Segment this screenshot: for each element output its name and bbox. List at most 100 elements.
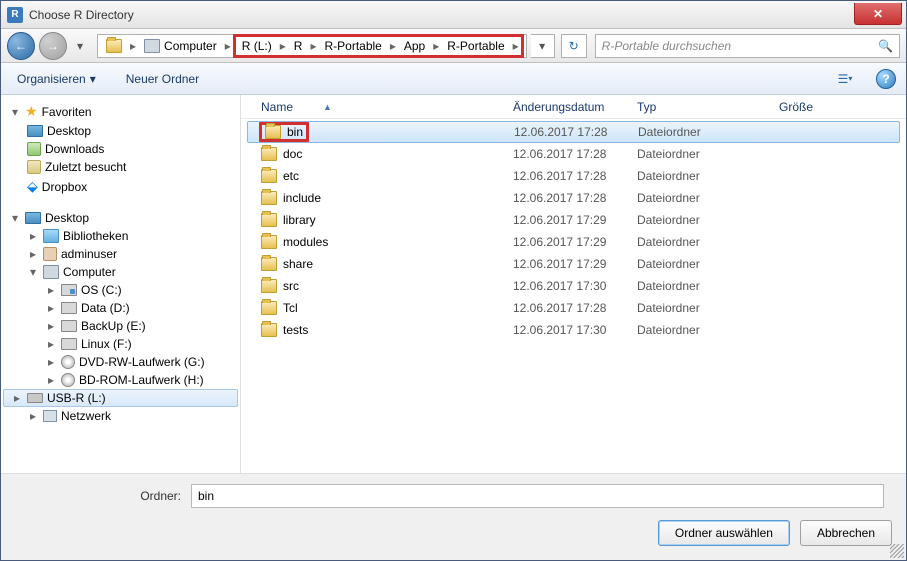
column-headers[interactable]: Name▲ Änderungsdatum Typ Größe [241,95,906,119]
organize-menu[interactable]: Organisieren ▾ [11,69,102,89]
forward-button[interactable]: → [39,32,67,60]
search-input[interactable]: R-Portable durchsuchen 🔍 [595,34,900,58]
cell-type: Dateiordner [629,323,771,337]
help-icon: ? [882,72,889,86]
refresh-button[interactable]: ↻ [561,34,587,58]
folder-icon [261,169,277,183]
breadcrumb-root[interactable] [100,37,128,55]
back-button[interactable]: ← [7,32,35,60]
collapse-icon[interactable]: ▾ [27,265,39,279]
breadcrumb-seg[interactable]: App [398,37,431,55]
column-date[interactable]: Änderungsdatum [505,96,629,118]
folder-icon [261,323,277,337]
cell-name: doc [253,147,505,161]
drive-icon [61,320,77,332]
table-row[interactable]: bin12.06.2017 17:28Dateiordner [247,121,900,143]
folder-icon [261,301,277,315]
nav-tree[interactable]: ▾★Favoriten Desktop Downloads Zuletzt be… [1,95,241,473]
chevron-right-icon: ▸ [388,39,398,53]
body: ▾★Favoriten Desktop Downloads Zuletzt be… [1,95,906,474]
cell-date: 12.06.2017 17:28 [505,191,629,205]
app-icon: R [7,7,23,23]
tree-item-drive[interactable]: ▸BackUp (E:) [1,317,240,335]
tree-item-desktop[interactable]: Desktop [1,122,240,140]
expand-icon[interactable]: ▸ [11,391,23,405]
tree-favorites[interactable]: ▾★Favoriten [1,101,240,122]
history-dropdown[interactable]: ▾ [71,36,89,56]
select-folder-button[interactable]: Ordner auswählen [658,520,790,546]
column-size[interactable]: Größe [771,96,851,118]
tree-item-recent[interactable]: Zuletzt besucht [1,158,240,176]
tree-item-drive[interactable]: ▸Data (D:) [1,299,240,317]
expand-icon[interactable]: ▸ [45,355,57,369]
file-name: include [283,191,321,205]
expand-icon[interactable]: ▸ [45,319,57,333]
chevron-right-icon: ▸ [128,39,138,53]
tree-item-drive[interactable]: ▸Linux (F:) [1,335,240,353]
resize-grip[interactable] [890,544,904,558]
cell-name: etc [253,169,505,183]
breadcrumb-seg[interactable]: R (L:) [236,37,278,55]
tree-item-drive-selected[interactable]: ▸USB-R (L:) [3,389,238,407]
column-type[interactable]: Typ [629,96,771,118]
folder-icon [261,191,277,205]
refresh-icon: ↻ [569,39,579,53]
file-name: share [283,257,313,271]
table-row[interactable]: src12.06.2017 17:30Dateiordner [241,275,906,297]
tree-item-network[interactable]: ▸Netzwerk [1,407,240,425]
collapse-icon[interactable]: ▾ [9,105,21,119]
cancel-button[interactable]: Abbrechen [800,520,892,546]
cell-name: src [253,279,505,293]
expand-icon[interactable]: ▸ [27,229,39,243]
table-row[interactable]: library12.06.2017 17:29Dateiordner [241,209,906,231]
cell-name: bin [254,125,506,139]
expand-icon[interactable]: ▸ [45,283,57,297]
cell-date: 12.06.2017 17:28 [505,147,629,161]
expand-icon[interactable]: ▸ [27,247,39,261]
view-menu[interactable]: ☰ ▾ [832,68,858,90]
tree-item-downloads[interactable]: Downloads [1,140,240,158]
star-icon: ★ [25,103,38,120]
close-button[interactable]: ✕ [854,3,902,25]
collapse-icon[interactable]: ▾ [9,211,21,225]
tree-item-libraries[interactable]: ▸Bibliotheken [1,227,240,245]
tree-item-dropbox[interactable]: ⬙Dropbox [1,176,240,197]
table-row[interactable]: modules12.06.2017 17:29Dateiordner [241,231,906,253]
file-name: library [283,213,316,227]
table-row[interactable]: include12.06.2017 17:28Dateiordner [241,187,906,209]
tree-item-user[interactable]: ▸adminuser [1,245,240,263]
tree-item-drive[interactable]: ▸BD-ROM-Laufwerk (H:) [1,371,240,389]
table-row[interactable]: tests12.06.2017 17:30Dateiordner [241,319,906,341]
cell-name: share [253,257,505,271]
chevron-right-icon: ▸ [431,39,441,53]
breadcrumb-seg[interactable]: Computer [138,37,223,55]
help-button[interactable]: ? [876,69,896,89]
breadcrumb-seg[interactable]: R-Portable [318,37,387,55]
new-folder-button[interactable]: Neuer Ordner [120,69,205,89]
folder-label: Ordner: [15,489,191,503]
breadcrumb-seg[interactable]: R-Portable [441,37,510,55]
tree-item-drive[interactable]: ▸DVD-RW-Laufwerk (G:) [1,353,240,371]
tree-desktop-root[interactable]: ▾Desktop [1,209,240,227]
tree-item-drive[interactable]: ▸OS (C:) [1,281,240,299]
breadcrumb-dropdown[interactable]: ▾ [531,34,555,58]
breadcrumb-seg[interactable]: R [288,37,309,55]
expand-icon[interactable]: ▸ [45,373,57,387]
expand-icon[interactable]: ▸ [45,337,57,351]
table-row[interactable]: etc12.06.2017 17:28Dateiordner [241,165,906,187]
chevron-down-icon: ▾ [848,74,852,83]
table-row[interactable]: doc12.06.2017 17:28Dateiordner [241,143,906,165]
breadcrumb[interactable]: ▸ Computer ▸ R (L:)▸ R▸ R-Portable▸ App▸… [97,34,527,58]
column-name[interactable]: Name▲ [253,96,505,118]
folder-icon [261,279,277,293]
folder-name-input[interactable]: bin [191,484,884,508]
expand-icon[interactable]: ▸ [45,301,57,315]
tree-item-computer[interactable]: ▾Computer [1,263,240,281]
cell-type: Dateiordner [629,301,771,315]
computer-icon [144,39,160,53]
disc-icon [61,355,75,369]
table-row[interactable]: share12.06.2017 17:29Dateiordner [241,253,906,275]
file-name: bin [287,125,303,139]
table-row[interactable]: Tcl12.06.2017 17:28Dateiordner [241,297,906,319]
expand-icon[interactable]: ▸ [27,409,39,423]
